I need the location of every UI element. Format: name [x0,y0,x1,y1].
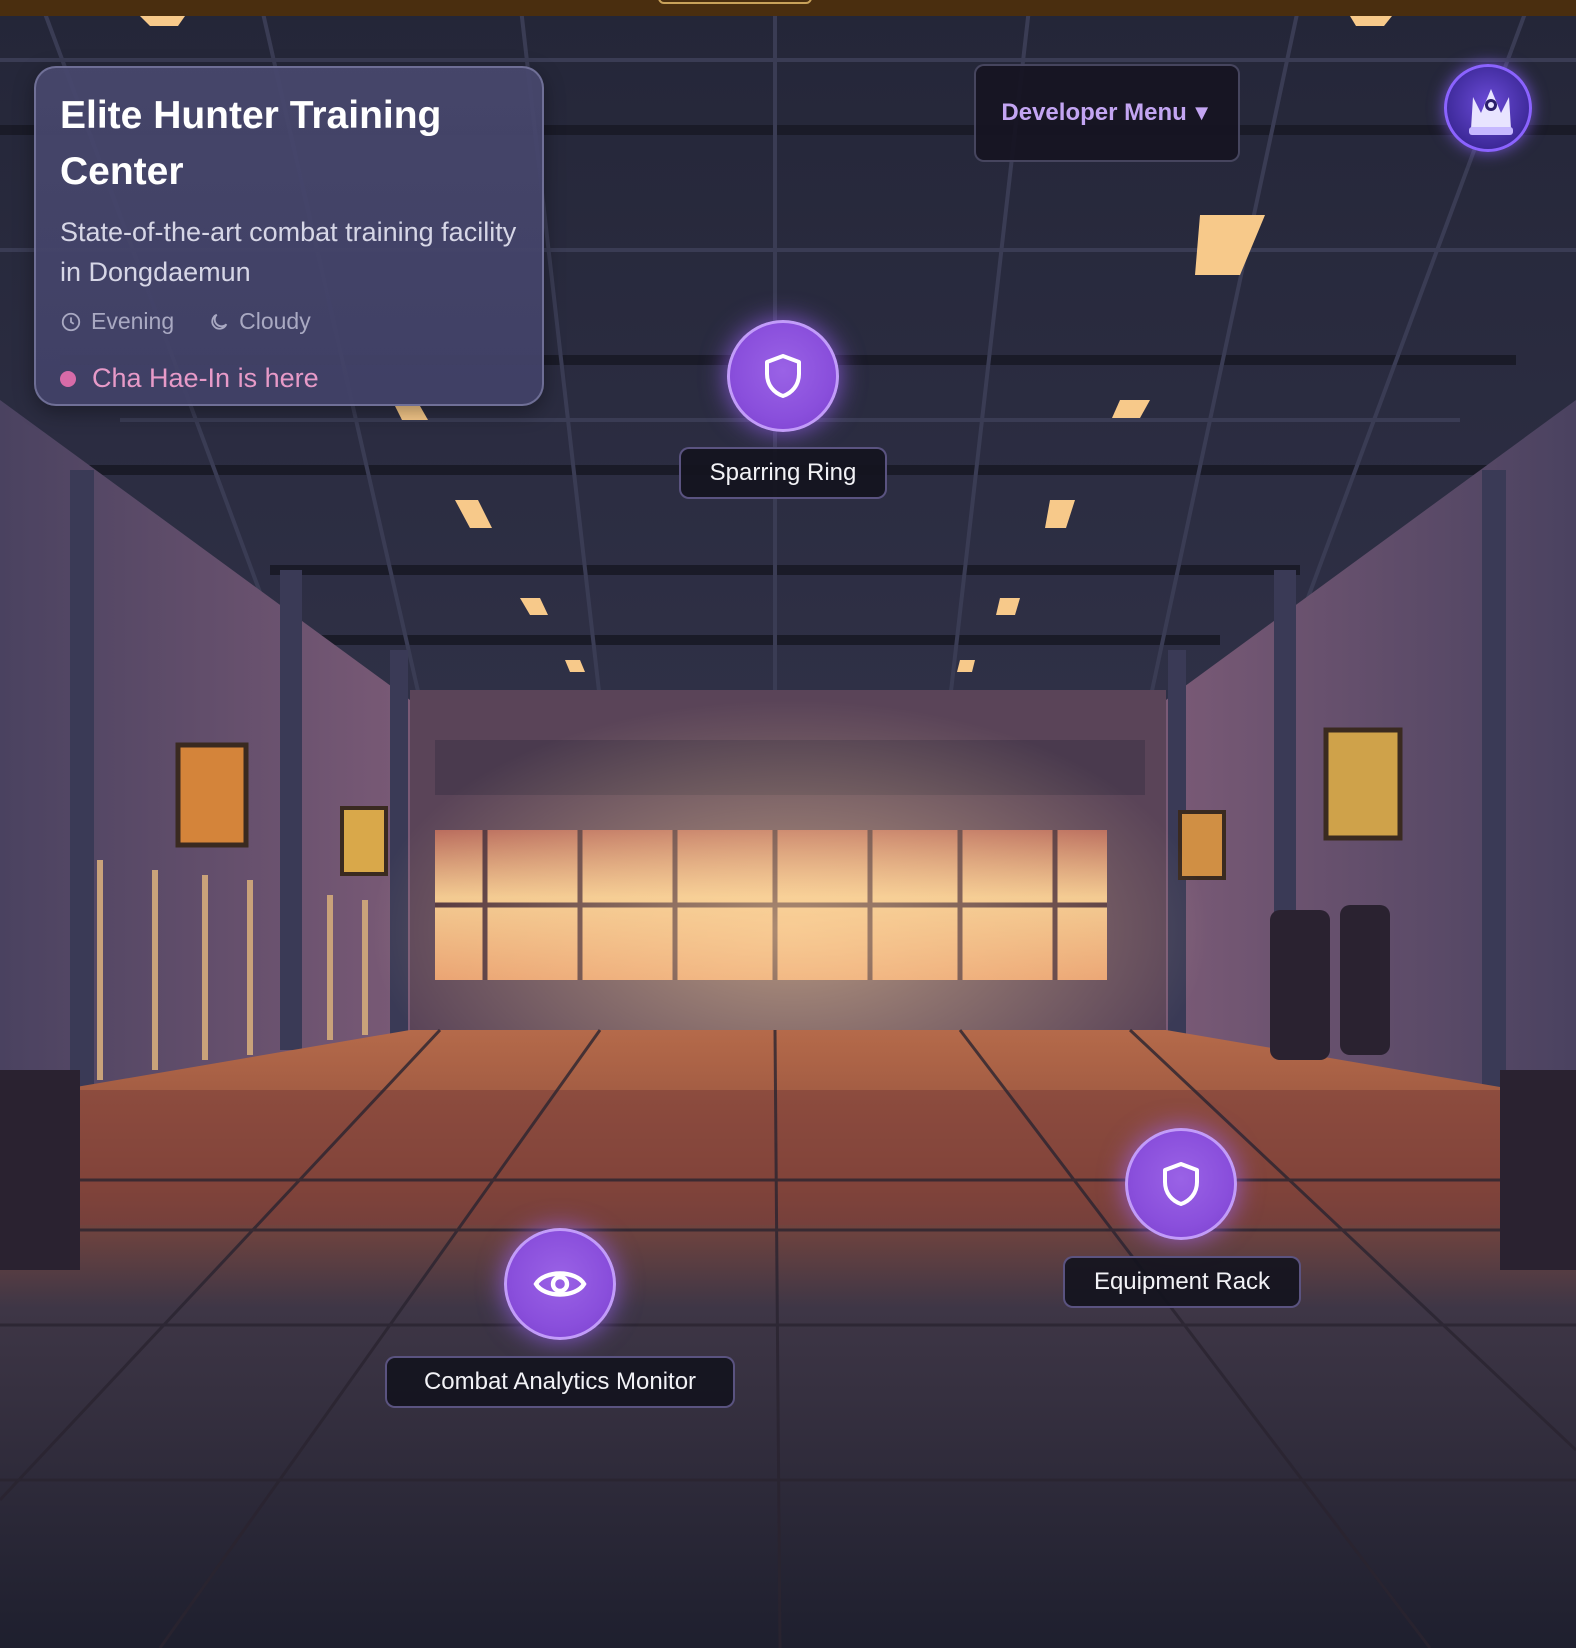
top-bar-tab[interactable] [658,0,812,4]
presence-indicator [60,370,76,387]
time-of-day: Evening [60,308,174,335]
developer-menu-button[interactable]: Developer Menu ▼ [974,64,1240,162]
sparring-ring-label[interactable]: Sparring Ring [679,447,887,499]
time-of-day-label: Evening [91,308,175,334]
shield-icon [1163,1162,1199,1206]
location-info-panel: Elite Hunter Training Center State-of-th… [34,66,544,406]
developer-menu-label: Developer Menu [1001,99,1187,126]
location-meta: Evening Cloudy [60,308,518,335]
top-bar [0,0,1576,16]
crown-icon [1469,89,1513,135]
sparring-ring-button[interactable] [727,320,839,432]
combat-analytics-monitor-button[interactable] [504,1228,616,1340]
chevron-down-icon: ▼ [1190,100,1213,125]
moon-icon [211,313,228,330]
weather-label: Cloudy [239,308,311,334]
location-description: State-of-the-art combat training facilit… [60,217,517,287]
eye-icon [533,1271,587,1297]
location-title: Elite Hunter Training Center [60,94,442,193]
weather: Cloudy [208,308,311,335]
equipment-rack-button[interactable] [1125,1128,1237,1240]
character-presence: Cha Hae-In is here [60,363,518,394]
shield-icon [765,354,801,398]
clock-icon [61,312,81,331]
avatar[interactable] [1444,64,1532,152]
presence-label: Cha Hae-In is here [92,363,319,393]
combat-analytics-monitor-label[interactable]: Combat Analytics Monitor [385,1356,735,1408]
equipment-rack-label[interactable]: Equipment Rack [1063,1256,1301,1308]
